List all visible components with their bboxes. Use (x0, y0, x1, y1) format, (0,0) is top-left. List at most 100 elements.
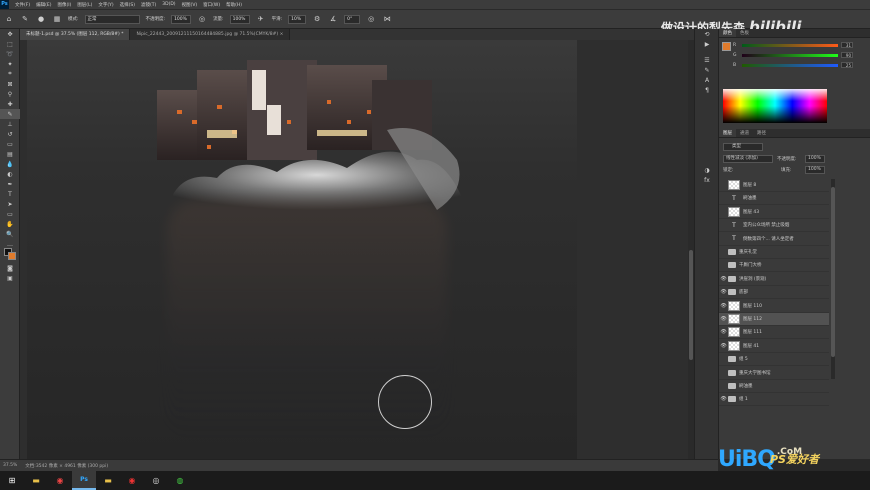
layer-row[interactable]: 组 5 (719, 353, 829, 367)
paragraph-panel-icon[interactable]: ¶ (695, 85, 719, 95)
marquee-tool-icon[interactable]: ⬚ (0, 39, 20, 49)
layer-name[interactable]: 洪崖洞 (景观) (739, 276, 766, 282)
fill-field[interactable]: 100% (805, 166, 825, 174)
layer-name[interactable]: 刷油墨 (743, 195, 757, 201)
layer-name[interactable]: 重庆礼堂 (739, 249, 757, 255)
visibility-eye-icon[interactable]: 👁 (719, 276, 728, 282)
move-tool-icon[interactable]: ✥ (0, 29, 20, 39)
frame-tool-icon[interactable]: ⊠ (0, 79, 20, 89)
green-value[interactable]: 90 (841, 52, 853, 58)
menu-view[interactable]: 视图(V) (182, 2, 198, 8)
crop-tool-icon[interactable]: ⌗ (0, 69, 20, 79)
brush-settings-icon[interactable]: ✎ (695, 65, 719, 75)
gradient-tool-icon[interactable]: ▤ (0, 149, 20, 159)
layer-kind-filter[interactable]: 类型 (723, 143, 763, 151)
visibility-eye-icon[interactable]: 👁 (719, 329, 728, 335)
eraser-tool-icon[interactable]: ▭ (0, 139, 20, 149)
smooth-settings-icon[interactable]: ⚙ (312, 14, 322, 24)
pressure-opacity-icon[interactable]: ◎ (197, 14, 207, 24)
lasso-tool-icon[interactable]: ➰ (0, 49, 20, 59)
layer-name[interactable]: 图层 110 (743, 303, 762, 309)
brush-panel-icon[interactable]: ▦ (52, 14, 62, 24)
menu-filter[interactable]: 滤镜(T) (141, 2, 156, 8)
opacity-field[interactable]: 100% (171, 14, 192, 24)
styles-icon[interactable]: fx (695, 175, 719, 185)
eyedropper-tool-icon[interactable]: ⚲ (0, 89, 20, 99)
visibility-eye-icon[interactable]: 👁 (719, 303, 728, 309)
layer-row[interactable]: 刷油墨 (719, 380, 829, 393)
tab-layers[interactable]: 图层 (719, 129, 736, 137)
tab-document-2[interactable]: Nipic_22443_20091211150164484885.jpg @ 7… (130, 29, 291, 40)
wechat-icon[interactable]: ◍ (168, 471, 192, 490)
canvas-area[interactable] (20, 40, 694, 460)
layer-row[interactable]: 重庆大学图书馆 (719, 367, 829, 380)
menu-image[interactable]: 图像(I) (57, 2, 71, 8)
home-icon[interactable]: ⌂ (4, 14, 14, 24)
hand-tool-icon[interactable]: ✋ (0, 219, 20, 229)
layer-row[interactable]: 👁 图层 41 (719, 340, 829, 353)
tab-channels[interactable]: 通道 (736, 129, 753, 137)
menu-edit[interactable]: 编辑(E) (36, 2, 51, 8)
visibility-eye-icon[interactable]: 👁 (719, 316, 728, 322)
pen-tool-icon[interactable]: ✒ (0, 179, 20, 189)
chrome-icon[interactable]: ◉ (48, 471, 72, 490)
brush-preset-icon[interactable]: ✎ (20, 14, 30, 24)
tab-color[interactable]: 颜色 (719, 29, 736, 37)
stamp-tool-icon[interactable]: ⊥ (0, 119, 20, 129)
actions-panel-icon[interactable]: ▶ (695, 39, 719, 49)
layer-name[interactable]: 室内公众场所 禁止吸烟 (743, 222, 789, 228)
blue-slider[interactable]: B 25 (733, 61, 853, 69)
document-info[interactable]: 文档:3542 像素 × 4961 像素 (300 ppi) (25, 463, 108, 469)
healing-tool-icon[interactable]: ✚ (0, 99, 20, 109)
smooth-field[interactable]: 10% (288, 14, 307, 24)
green-slider[interactable]: G 90 (733, 51, 853, 59)
quick-select-tool-icon[interactable]: ✦ (0, 59, 20, 69)
color-swatches[interactable] (0, 248, 20, 260)
tab-swatches[interactable]: 色板 (736, 29, 753, 37)
layers-scrollbar[interactable] (831, 179, 835, 379)
layer-row[interactable]: 👁 底部 (719, 286, 829, 300)
pressure-size-icon[interactable]: ◎ (366, 14, 376, 24)
layer-name[interactable]: 图层 112 (743, 316, 762, 322)
layer-name[interactable]: 图层 43 (743, 209, 759, 215)
blend-mode-select[interactable]: 线性减淡 (添加) (723, 155, 773, 163)
layer-name[interactable]: 重庆大学图书馆 (739, 370, 771, 376)
layer-row[interactable]: 图层 43 (719, 206, 829, 219)
layer-row[interactable]: T 刷油墨 (719, 192, 829, 206)
layer-row[interactable]: 👁 组 1 (719, 393, 829, 407)
visibility-eye-icon[interactable]: 👁 (719, 396, 728, 402)
zoom-tool-icon[interactable]: 🔍 (0, 229, 20, 239)
quick-mask-icon[interactable]: ◙ (0, 263, 20, 273)
foreground-swatch[interactable] (722, 42, 731, 51)
layer-name[interactable]: 组 1 (739, 396, 748, 402)
layer-name[interactable]: 图层 111 (743, 329, 762, 335)
layer-row[interactable]: 图层 8 (719, 179, 829, 192)
adjustments-icon[interactable]: ◑ (695, 165, 719, 175)
recorder-icon[interactable]: ◎ (144, 471, 168, 490)
path-select-tool-icon[interactable]: ➤ (0, 199, 20, 209)
character-panel-icon[interactable]: A (695, 75, 719, 85)
layer-opacity-field[interactable]: 100% (805, 155, 825, 163)
menu-window[interactable]: 窗口(W) (203, 2, 220, 8)
type-tool-icon[interactable]: T (0, 189, 20, 199)
menu-file[interactable]: 文件(F) (15, 2, 30, 8)
layer-row[interactable]: 👁 图层 111 (719, 326, 829, 340)
angle-field[interactable]: 0° (344, 14, 361, 24)
properties-panel-icon[interactable]: ☰ (695, 55, 719, 65)
tab-paths[interactable]: 路径 (753, 129, 770, 137)
tab-document-1[interactable]: 未标题-1.psd @ 37.5% (图层 112, RGB/8#) * (20, 29, 131, 40)
file-explorer-icon[interactable]: ▬ (24, 471, 48, 490)
document-canvas[interactable] (27, 40, 577, 460)
layer-row[interactable]: 👁 图层 112 (719, 313, 829, 326)
layer-name[interactable]: 刷油墨 (739, 383, 753, 389)
layer-name[interactable]: 图层 41 (743, 343, 759, 349)
menu-layer[interactable]: 图层(L) (77, 2, 92, 8)
folder-icon[interactable]: ▬ (96, 471, 120, 490)
history-panel-icon[interactable]: ⟲ (695, 29, 719, 39)
brush-tool-icon[interactable]: ✎ (0, 109, 20, 119)
airbrush-icon[interactable]: ✈ (256, 14, 266, 24)
visibility-eye-icon[interactable]: 👁 (719, 343, 728, 349)
layer-row[interactable]: 重庆礼堂 (719, 246, 829, 259)
brush-size-picker[interactable]: ● (36, 14, 46, 24)
shape-tool-icon[interactable]: ▭ (0, 209, 20, 219)
